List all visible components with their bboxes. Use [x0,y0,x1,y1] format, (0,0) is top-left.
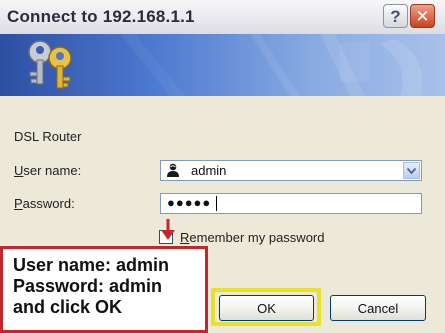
username-label: User name: [14,163,81,178]
cancel-button[interactable]: Cancel [330,295,426,321]
username-value: admin [191,163,227,178]
close-button[interactable]: ✕ [410,4,435,28]
password-masked-value: ●●●●● [167,195,212,210]
remember-password-label[interactable]: Remember my password [180,230,325,245]
callout-line-click-ok: and click OK [13,297,123,317]
username-label-text: ser name: [23,163,82,178]
password-label-accel: P [14,196,23,211]
instruction-callout: User name: admin Password: admin and cli… [0,246,208,333]
site-label: DSL Router [14,129,82,144]
login-dialog: Connect to 192.168.1.1 ? ✕ DSL Router Us… [0,0,445,333]
remember-label-accel: R [180,230,190,245]
password-label-text: assword: [22,196,75,211]
ok-button[interactable]: OK [219,295,314,321]
keys-icon [28,40,72,89]
remember-label-text: emember my password [189,230,325,245]
username-label-accel: U [14,163,24,178]
password-label: Password: [14,196,75,211]
callout-line-username: User name: admin [13,255,170,275]
password-field[interactable]: ●●●●● [160,193,422,214]
annotation-arrow [161,219,175,240]
title-bar[interactable]: Connect to 192.168.1.1 ? ✕ [0,0,445,34]
username-dropdown-button[interactable] [403,162,420,179]
close-icon: ✕ [415,6,430,26]
help-button[interactable]: ? [383,4,408,28]
help-icon: ? [390,6,401,26]
username-combobox[interactable]: admin [160,160,422,181]
callout-line-password: Password: admin [13,276,163,296]
text-caret [216,196,217,211]
dialog-title: Connect to 192.168.1.1 [7,7,195,26]
user-icon [167,163,179,177]
chevron-down-icon [407,167,416,174]
